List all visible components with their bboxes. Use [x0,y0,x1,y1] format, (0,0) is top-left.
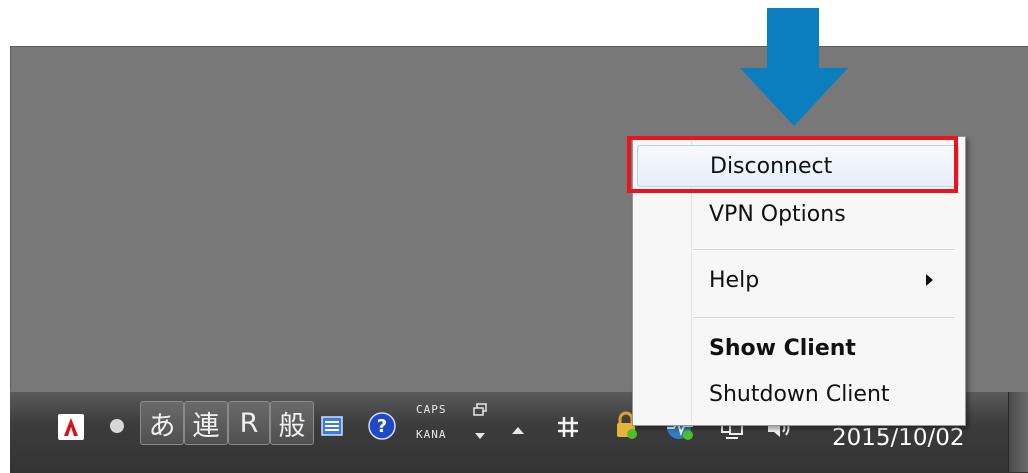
submenu-arrow-icon [926,274,933,286]
menu-item-help[interactable]: Help [637,259,959,301]
down-arrow-annotation-icon [740,8,848,126]
ime-r-button[interactable]: R [228,401,270,445]
menu-item-label: Show Client [709,335,856,361]
help-icon[interactable]: ? [368,412,396,440]
show-desktop-button[interactable] [1008,392,1028,472]
network-hash-icon[interactable] [555,414,581,440]
menu-item-label: Help [709,267,760,293]
menu-item-vpn-options[interactable]: VPN Options [637,193,959,235]
menu-separator [693,249,955,250]
clock-date[interactable]: 2015/10/02 [832,425,965,451]
ime-han-button[interactable]: 般 [270,401,314,445]
menu-item-shutdown-client[interactable]: Shutdown Client [637,373,959,415]
svg-text:?: ? [377,416,387,437]
dropdown-icon[interactable] [472,428,488,444]
highlight-box [627,136,958,193]
kana-label: KANA [416,428,447,441]
ime-pad-icon[interactable] [320,414,344,438]
ime-hiragana-button[interactable]: あ [140,401,184,445]
ime-mode-dot-icon[interactable] [110,419,124,433]
menu-item-label: VPN Options [709,201,846,227]
caps-label: CAPS [416,403,447,416]
show-hidden-icons-icon[interactable] [508,422,528,438]
menu-item-label: Shutdown Client [709,381,890,407]
ime-ren-button[interactable]: 連 [184,401,228,445]
restore-icon[interactable] [472,402,488,418]
menu-separator [693,317,955,318]
adobe-icon[interactable] [58,414,84,440]
menu-item-show-client[interactable]: Show Client [637,327,959,369]
